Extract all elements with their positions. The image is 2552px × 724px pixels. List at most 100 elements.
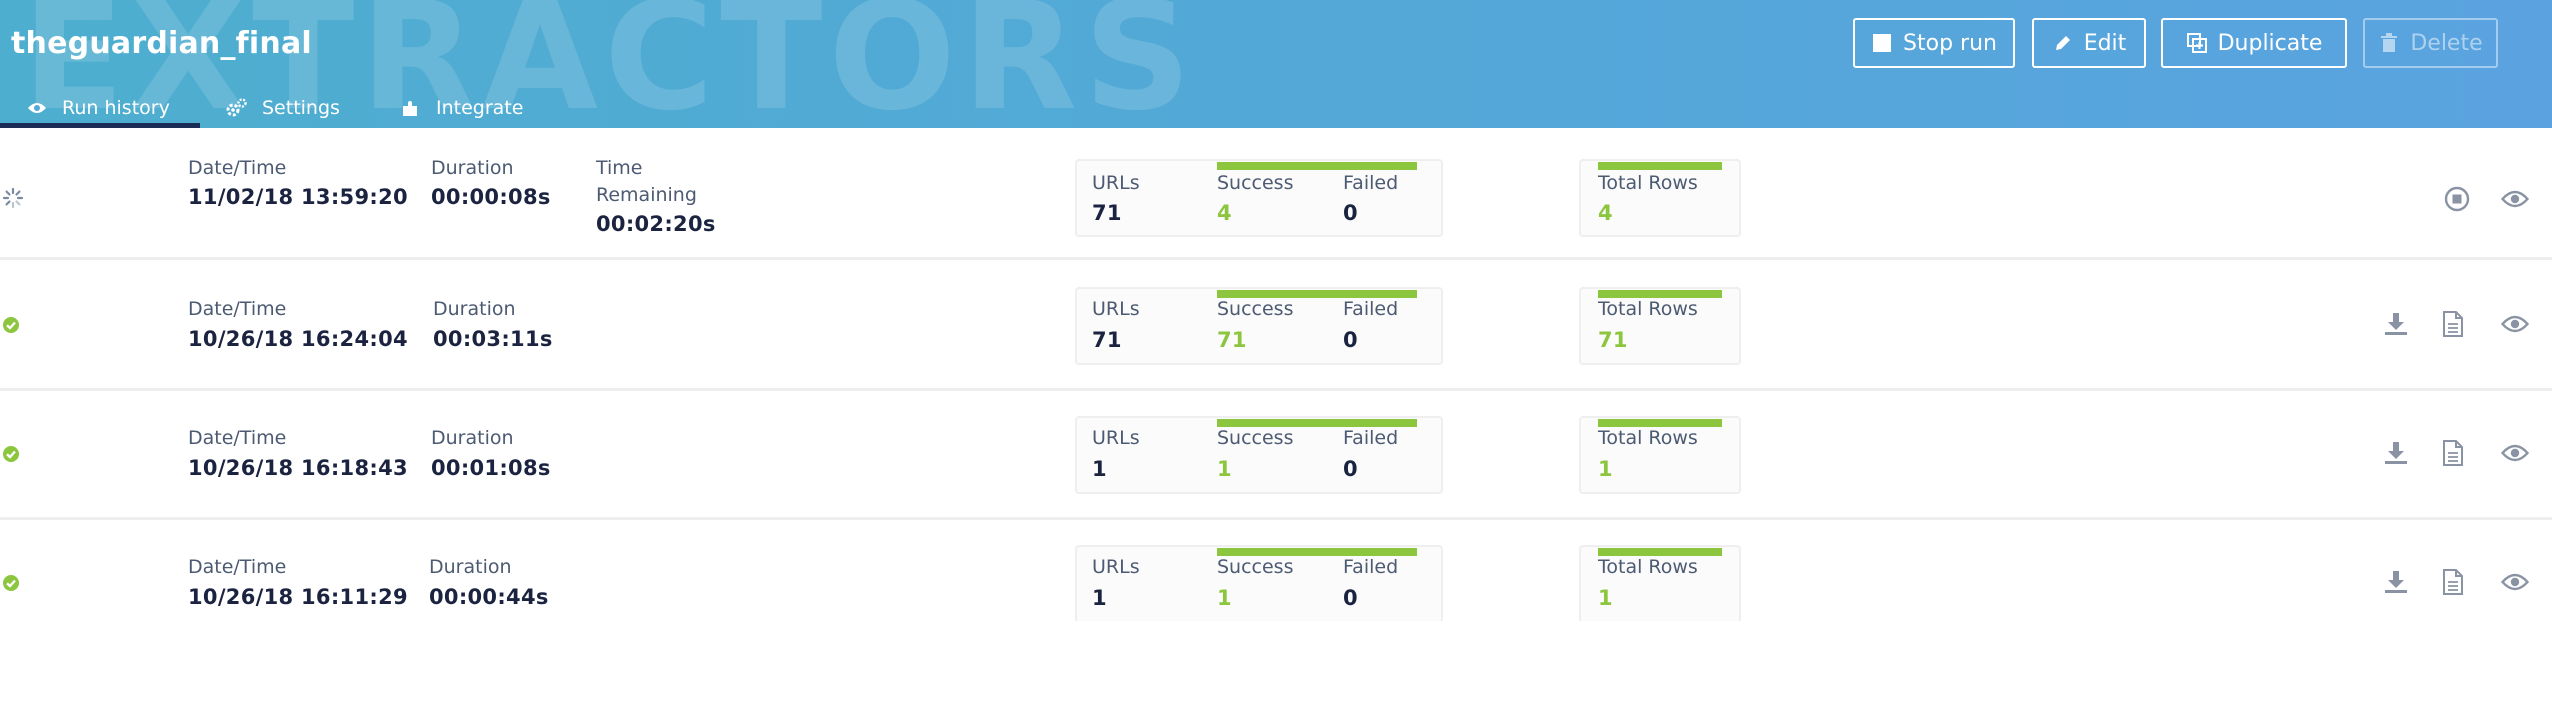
duplicate-icon <box>2186 32 2208 54</box>
success-bar <box>1217 290 1417 298</box>
total-rows-box <box>1579 159 1741 237</box>
urls-label: URLs <box>1092 298 1140 320</box>
document-icon[interactable] <box>2438 309 2468 339</box>
tab-bar: Run history Settings Integrate <box>0 88 700 128</box>
success-label: Success <box>1217 427 1294 449</box>
success-value: 4 <box>1217 201 1232 225</box>
duplicate-label: Duplicate <box>2217 30 2323 56</box>
urls-label: URLs <box>1092 172 1140 194</box>
run-row: Date/Time 10/26/18 16:11:29 Duration 00:… <box>0 521 2552 621</box>
success-label: Success <box>1217 298 1294 320</box>
time-remaining-label-2: Remaining <box>596 184 697 206</box>
trash-icon <box>2378 32 2400 54</box>
duration-value: 00:00:44s <box>429 585 549 609</box>
success-check-icon <box>2 574 24 596</box>
loading-spinner-icon <box>2 187 24 209</box>
total-rows-value: 1 <box>1598 586 1613 610</box>
download-icon[interactable] <box>2381 438 2411 468</box>
failed-label: Failed <box>1343 556 1399 578</box>
total-rows-bar <box>1598 162 1722 170</box>
total-rows-value: 4 <box>1598 201 1613 225</box>
gears-icon <box>226 97 248 119</box>
datetime-value: 10/26/18 16:24:04 <box>188 327 408 351</box>
failed-value: 0 <box>1343 328 1358 352</box>
puzzle-icon <box>400 97 422 119</box>
success-check-icon <box>2 445 24 467</box>
total-rows-bar <box>1598 419 1722 427</box>
document-icon[interactable] <box>2438 438 2468 468</box>
datetime-label: Date/Time <box>188 427 287 449</box>
download-icon[interactable] <box>2381 567 2411 597</box>
pencil-icon <box>2052 32 2074 54</box>
urls-value: 1 <box>1092 457 1107 481</box>
datetime-value: 11/02/18 13:59:20 <box>188 185 408 209</box>
tab-run-history[interactable]: Run history <box>0 88 200 128</box>
failed-label: Failed <box>1343 172 1399 194</box>
run-row: Date/Time 10/26/18 16:18:43 Duration 00:… <box>0 392 2552 520</box>
stop-square-icon <box>1871 32 1893 54</box>
failed-label: Failed <box>1343 427 1399 449</box>
run-row: Date/Time 11/02/18 13:59:20 Duration 00:… <box>0 132 2552 260</box>
tab-run-history-label: Run history <box>62 97 170 119</box>
total-rows-bar <box>1598 290 1722 298</box>
success-check-icon <box>2 316 24 338</box>
eye-icon[interactable] <box>2500 309 2530 339</box>
total-rows-bar <box>1598 548 1722 556</box>
failed-label: Failed <box>1343 298 1399 320</box>
urls-value: 71 <box>1092 328 1122 352</box>
duration-value: 00:01:08s <box>431 456 551 480</box>
duplicate-button[interactable]: Duplicate <box>2161 18 2347 68</box>
edit-label: Edit <box>2083 30 2127 56</box>
url-stats-box <box>1075 159 1443 237</box>
success-value: 71 <box>1217 328 1247 352</box>
urls-label: URLs <box>1092 556 1140 578</box>
datetime-value: 10/26/18 16:18:43 <box>188 456 408 480</box>
failed-value: 0 <box>1343 201 1358 225</box>
page-header: EXTRACTORS theguardian_final Stop run Ed… <box>0 0 2552 128</box>
total-rows-label: Total Rows <box>1598 427 1698 449</box>
tab-integrate[interactable]: Integrate <box>400 88 523 128</box>
datetime-label: Date/Time <box>188 298 287 320</box>
total-rows-value: 71 <box>1598 328 1628 352</box>
download-icon[interactable] <box>2381 309 2411 339</box>
time-remaining-label: Time <box>596 157 643 179</box>
datetime-label: Date/Time <box>188 556 287 578</box>
urls-value: 71 <box>1092 201 1122 225</box>
eye-icon[interactable] <box>2500 438 2530 468</box>
duration-label: Duration <box>429 556 512 578</box>
time-remaining-value: 00:02:20s <box>596 212 716 236</box>
eye-icon <box>26 97 48 119</box>
tab-settings-label: Settings <box>262 97 340 119</box>
duration-label: Duration <box>431 157 514 179</box>
tab-settings[interactable]: Settings <box>226 88 340 128</box>
duration-label: Duration <box>431 427 514 449</box>
success-label: Success <box>1217 556 1294 578</box>
urls-label: URLs <box>1092 427 1140 449</box>
tab-integrate-label: Integrate <box>436 97 524 119</box>
datetime-label: Date/Time <box>188 157 287 179</box>
extractor-title: theguardian_final <box>11 26 312 61</box>
delete-button[interactable]: Delete <box>2363 18 2498 68</box>
duration-value: 00:03:11s <box>433 327 553 351</box>
eye-icon[interactable] <box>2500 567 2530 597</box>
edit-button[interactable]: Edit <box>2032 18 2146 68</box>
stop-run-label: Stop run <box>1903 30 1997 56</box>
total-rows-label: Total Rows <box>1598 298 1698 320</box>
success-label: Success <box>1217 172 1294 194</box>
datetime-value: 10/26/18 16:11:29 <box>188 585 408 609</box>
success-value: 1 <box>1217 457 1232 481</box>
stop-run-button[interactable]: Stop run <box>1853 18 2015 68</box>
eye-icon[interactable] <box>2500 184 2530 214</box>
failed-value: 0 <box>1343 457 1358 481</box>
urls-value: 1 <box>1092 586 1107 610</box>
duration-value: 00:00:08s <box>431 185 551 209</box>
delete-label: Delete <box>2410 30 2483 56</box>
success-bar <box>1217 548 1417 556</box>
document-icon[interactable] <box>2438 567 2468 597</box>
success-bar <box>1217 419 1417 427</box>
total-rows-label: Total Rows <box>1598 172 1698 194</box>
total-rows-label: Total Rows <box>1598 556 1698 578</box>
stop-icon[interactable] <box>2442 184 2472 214</box>
success-bar <box>1217 162 1417 170</box>
total-rows-value: 1 <box>1598 457 1613 481</box>
